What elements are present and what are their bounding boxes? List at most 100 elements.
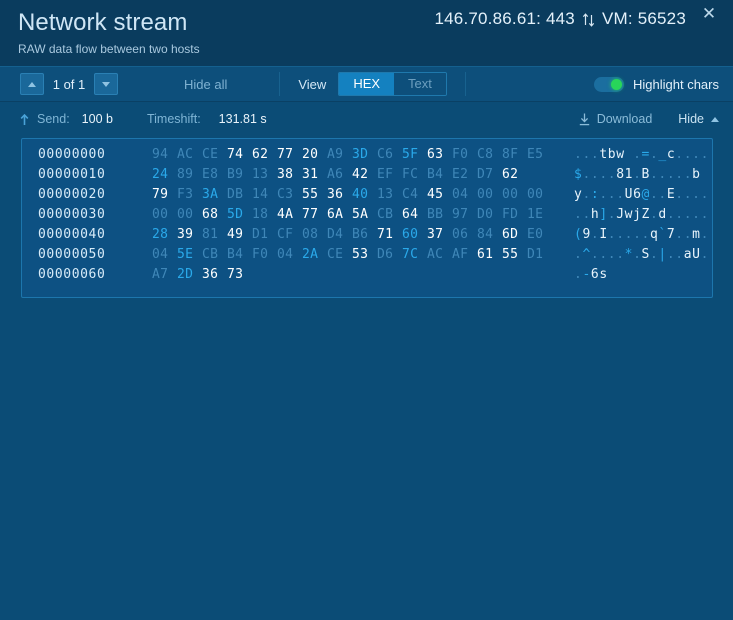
ascii-column: $....81.B.....b bbox=[574, 167, 701, 182]
download-label: Download bbox=[597, 112, 653, 126]
hex-byte-empty bbox=[377, 267, 402, 282]
toolbar-divider-1 bbox=[279, 72, 280, 96]
chevron-down-icon bbox=[102, 82, 110, 87]
hex-byte-empty bbox=[327, 267, 352, 282]
hex-byte: 40 bbox=[352, 187, 377, 202]
ascii-char: . bbox=[675, 147, 683, 162]
view-mode-hex[interactable]: HEX bbox=[339, 73, 394, 95]
ascii-char: 1 bbox=[625, 167, 633, 182]
hex-byte-empty bbox=[277, 267, 302, 282]
hex-byte-empty bbox=[302, 267, 327, 282]
download-button[interactable]: Download bbox=[579, 112, 653, 126]
toolbar-divider-2 bbox=[465, 72, 466, 96]
hex-byte: CE bbox=[327, 247, 352, 262]
hex-byte: D1 bbox=[252, 227, 277, 242]
hex-byte: C6 bbox=[377, 147, 402, 162]
next-page-button[interactable] bbox=[94, 73, 118, 95]
ascii-char: . bbox=[684, 227, 692, 242]
hex-offset: 00000060 bbox=[38, 267, 134, 282]
hex-byte: 77 bbox=[277, 147, 302, 162]
hexdump-row: 00000050045ECBB4F0042ACE53D67CACAF6155D1… bbox=[22, 247, 712, 267]
ascii-char: . bbox=[633, 147, 641, 162]
hexdump-row: 000000300000685D184A776A5ACB64BB97D0FD1E… bbox=[22, 207, 712, 227]
ascii-char: I bbox=[599, 227, 607, 242]
ascii-char: . bbox=[582, 147, 590, 162]
page-counter: 1 of 1 bbox=[52, 77, 86, 92]
hex-byte: 7C bbox=[402, 247, 427, 262]
ascii-char: - bbox=[582, 267, 590, 282]
hex-byte-empty bbox=[477, 267, 502, 282]
stream-toolbar: 1 of 1 Hide all View HEX Text Highlight … bbox=[0, 66, 733, 102]
hide-all-button[interactable]: Hide all bbox=[184, 77, 227, 92]
ascii-char: . bbox=[675, 187, 683, 202]
hex-byte: AF bbox=[452, 247, 477, 262]
hex-byte: 71 bbox=[377, 227, 402, 242]
hex-byte: D6 bbox=[377, 247, 402, 262]
hex-byte: 3A bbox=[202, 187, 227, 202]
ascii-char: . bbox=[608, 227, 616, 242]
timeshift-info: Timeshift: 131.81 s bbox=[147, 112, 267, 126]
hex-byte: 37 bbox=[427, 227, 452, 242]
ascii-char: J bbox=[616, 207, 624, 222]
hexdump-row: 0000002079F33ADB14C355364013C44504000000… bbox=[22, 187, 712, 207]
hex-byte: 28 bbox=[152, 227, 177, 242]
ascii-char bbox=[625, 147, 633, 162]
ascii-char: U bbox=[692, 247, 700, 262]
ascii-char: . bbox=[692, 207, 700, 222]
ascii-char: . bbox=[608, 167, 616, 182]
hex-byte: 39 bbox=[177, 227, 202, 242]
ascii-char: a bbox=[684, 247, 692, 262]
view-mode-switch: HEX Text bbox=[338, 72, 447, 96]
send-value: 100 b bbox=[82, 112, 113, 126]
ascii-char: t bbox=[599, 147, 607, 162]
ascii-char: . bbox=[658, 167, 666, 182]
hex-byte: 18 bbox=[252, 207, 277, 222]
hide-label: Hide bbox=[678, 112, 704, 126]
page-stepper: 1 of 1 bbox=[20, 73, 118, 95]
ascii-column: .-6s bbox=[574, 267, 608, 282]
dialog-header: Network stream RAW data flow between two… bbox=[0, 0, 733, 66]
hex-byte: E5 bbox=[527, 147, 552, 162]
ascii-char: . bbox=[675, 227, 683, 242]
ascii-char: c bbox=[667, 147, 675, 162]
ascii-char: . bbox=[608, 247, 616, 262]
ascii-char: s bbox=[599, 267, 607, 282]
ascii-char: . bbox=[625, 227, 633, 242]
highlight-chars-control: Highlight chars bbox=[594, 77, 719, 92]
ascii-char: . bbox=[633, 227, 641, 242]
hex-byte: DB bbox=[227, 187, 252, 202]
hex-byte: 5F bbox=[402, 147, 427, 162]
view-mode-text[interactable]: Text bbox=[394, 73, 446, 95]
hex-byte: 42 bbox=[352, 167, 377, 182]
info-bar-actions: Download Hide bbox=[579, 112, 719, 126]
hex-byte: F0 bbox=[452, 147, 477, 162]
hexdump-row: 0000004028398149D1CF08D4B671603706846DE0… bbox=[22, 227, 712, 247]
hex-byte: 68 bbox=[202, 207, 227, 222]
hex-byte: FD bbox=[502, 207, 527, 222]
hex-byte: 3D bbox=[352, 147, 377, 162]
highlight-chars-label: Highlight chars bbox=[633, 77, 719, 92]
send-info: Send: 100 b bbox=[20, 112, 113, 126]
download-icon bbox=[579, 113, 590, 126]
ascii-char: . bbox=[701, 247, 709, 262]
ascii-char: . bbox=[599, 167, 607, 182]
hex-byte: 04 bbox=[277, 247, 302, 262]
ascii-char: 7 bbox=[667, 227, 675, 242]
hide-panel-button[interactable]: Hide bbox=[678, 112, 719, 126]
ascii-char: . bbox=[582, 187, 590, 202]
hex-byte: FC bbox=[402, 167, 427, 182]
hex-byte: A7 bbox=[152, 267, 177, 282]
highlight-chars-toggle[interactable] bbox=[594, 77, 624, 92]
hex-byte: F3 bbox=[177, 187, 202, 202]
timeshift-label: Timeshift: bbox=[147, 112, 201, 126]
ascii-char: S bbox=[642, 247, 650, 262]
chevron-up-icon bbox=[28, 82, 36, 87]
hex-byte: 64 bbox=[402, 207, 427, 222]
network-stream-dialog: Network stream RAW data flow between two… bbox=[0, 0, 733, 620]
close-icon[interactable]: ✕ bbox=[699, 4, 719, 24]
hex-byte: 00 bbox=[477, 187, 502, 202]
prev-page-button[interactable] bbox=[20, 73, 44, 95]
hex-byte: D1 bbox=[527, 247, 552, 262]
ascii-char: ^ bbox=[582, 247, 590, 262]
hex-byte: 74 bbox=[227, 147, 252, 162]
